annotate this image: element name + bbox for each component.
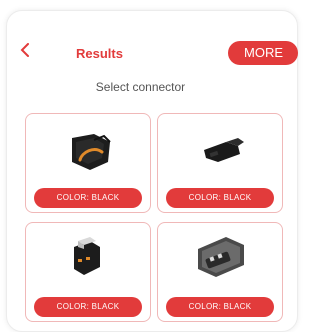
connector-card[interactable]: COLOR: BLACK	[157, 222, 283, 322]
color-label: COLOR: BLACK	[34, 297, 142, 317]
more-button[interactable]: MORE	[228, 41, 298, 65]
connector-image	[204, 138, 244, 162]
connector-card[interactable]: COLOR: BLACK	[25, 222, 151, 322]
connector-image	[72, 134, 111, 170]
color-label: COLOR: BLACK	[166, 188, 274, 208]
connector-card[interactable]: COLOR: BLACK	[157, 113, 283, 213]
connector-card[interactable]: COLOR: BLACK	[25, 113, 151, 213]
color-label: COLOR: BLACK	[166, 297, 274, 317]
connector-image	[198, 237, 244, 277]
chevron-left-icon	[20, 43, 29, 57]
color-label: COLOR: BLACK	[34, 188, 142, 208]
page-subtitle: Select connector	[95, 80, 186, 94]
back-button[interactable]	[20, 43, 34, 59]
connector-image	[74, 237, 100, 275]
page-title: Results	[76, 46, 123, 61]
